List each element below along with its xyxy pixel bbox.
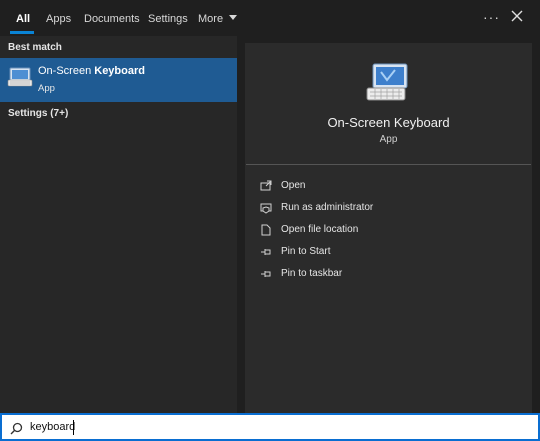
tab-more[interactable]: More <box>198 11 238 27</box>
text-cursor <box>73 420 74 435</box>
action-pin-to-taskbar-label: Pin to taskbar <box>281 268 343 279</box>
tab-documents[interactable]: Documents <box>84 11 140 27</box>
active-tab-indicator <box>10 31 34 34</box>
tab-settings[interactable]: Settings <box>148 11 188 27</box>
chevron-down-icon <box>229 15 238 20</box>
best-match-title: On-Screen Keyboard <box>38 65 145 77</box>
best-match-title-bold: Keyboard <box>94 65 145 77</box>
settings-group-header[interactable]: Settings (7+) <box>8 108 68 119</box>
search-input[interactable]: keyboard <box>30 421 75 433</box>
preview-subtitle: App <box>379 134 398 145</box>
close-icon[interactable] <box>510 9 524 23</box>
search-icon <box>10 422 23 435</box>
search-bar[interactable]: keyboard <box>0 413 540 441</box>
action-open-file-location[interactable]: Open file location <box>260 221 530 239</box>
best-match-title-prefix: On-Screen <box>38 65 95 77</box>
action-pin-to-taskbar[interactable]: Pin to taskbar <box>260 265 530 283</box>
open-icon <box>260 180 272 191</box>
action-open-file-location-label: Open file location <box>281 224 359 235</box>
keyboard-app-large-icon <box>366 63 408 101</box>
tab-apps[interactable]: Apps <box>46 11 71 27</box>
action-run-as-admin[interactable]: Run as administrator <box>260 199 530 217</box>
tab-more-label: More <box>198 13 224 25</box>
action-open-label: Open <box>281 180 306 191</box>
pin-icon <box>261 271 271 277</box>
action-pin-to-start[interactable]: Pin to Start <box>260 243 530 261</box>
tab-all[interactable]: All <box>16 11 30 27</box>
action-pin-to-start-label: Pin to Start <box>281 246 331 257</box>
best-match-header: Best match <box>8 42 62 53</box>
best-match-subtitle: App <box>38 83 55 94</box>
more-options-icon[interactable]: ··· <box>483 9 500 25</box>
keyboard-app-icon <box>7 67 33 87</box>
file-location-icon <box>261 224 271 236</box>
action-run-as-admin-label: Run as administrator <box>281 202 374 213</box>
preview-title: On-Screen Keyboard <box>327 115 450 130</box>
top-tab-bar: All Apps Documents Settings More ··· <box>0 0 540 36</box>
action-open[interactable]: Open <box>260 177 530 195</box>
pin-icon <box>261 249 271 255</box>
shield-icon <box>260 203 272 214</box>
preview-divider <box>246 164 531 165</box>
